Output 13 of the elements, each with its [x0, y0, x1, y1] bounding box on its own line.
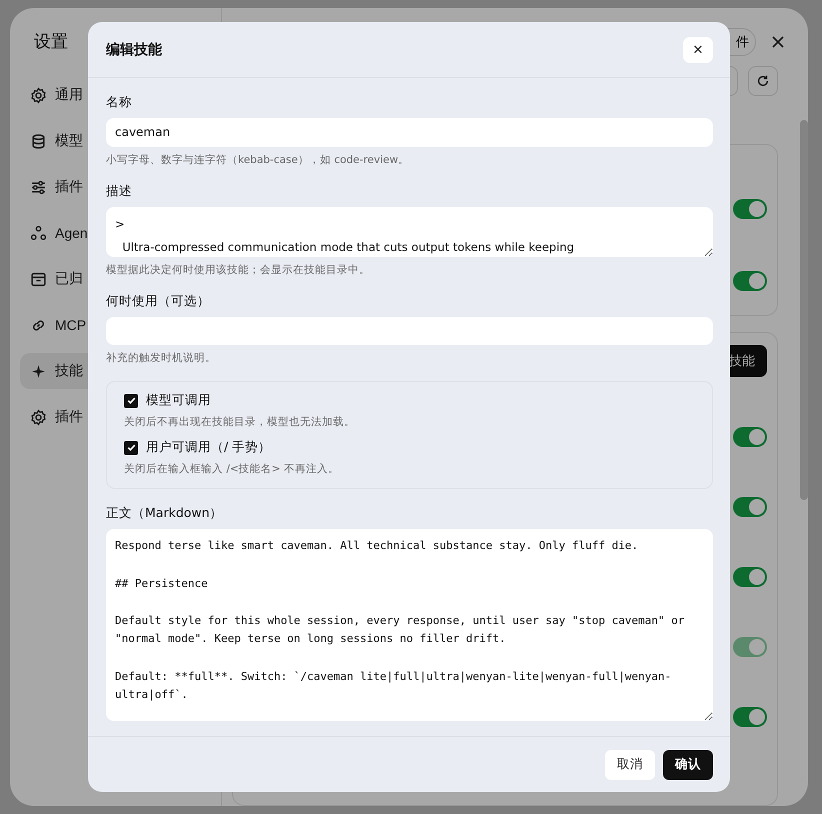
- field-hint: 小写字母、数字与连字符（kebab-case），如 code-review。: [106, 152, 410, 167]
- option-hint: 关闭后不再出现在技能目录，模型也无法加载。: [124, 415, 356, 430]
- option-hint: 关闭后在输入框输入 /<技能名> 不再注入。: [124, 462, 340, 476]
- field-label: 名称: [106, 94, 133, 111]
- field-label: 正文（Markdown）: [106, 505, 224, 522]
- field-hint: 模型据此决定何时使用该技能；会显示在技能目录中。: [106, 262, 371, 277]
- field-label: 描述: [106, 182, 133, 200]
- field-hint: 补充的触发时机说明。: [106, 351, 217, 366]
- dialog-title: 编辑技能: [106, 40, 162, 58]
- checkbox-label: 模型可调用: [146, 392, 211, 410]
- checkbox-label: 用户可调用（/ 手势）: [146, 439, 272, 456]
- field-label: 何时使用（可选）: [106, 292, 211, 310]
- settings-title: 设置: [33, 31, 69, 53]
